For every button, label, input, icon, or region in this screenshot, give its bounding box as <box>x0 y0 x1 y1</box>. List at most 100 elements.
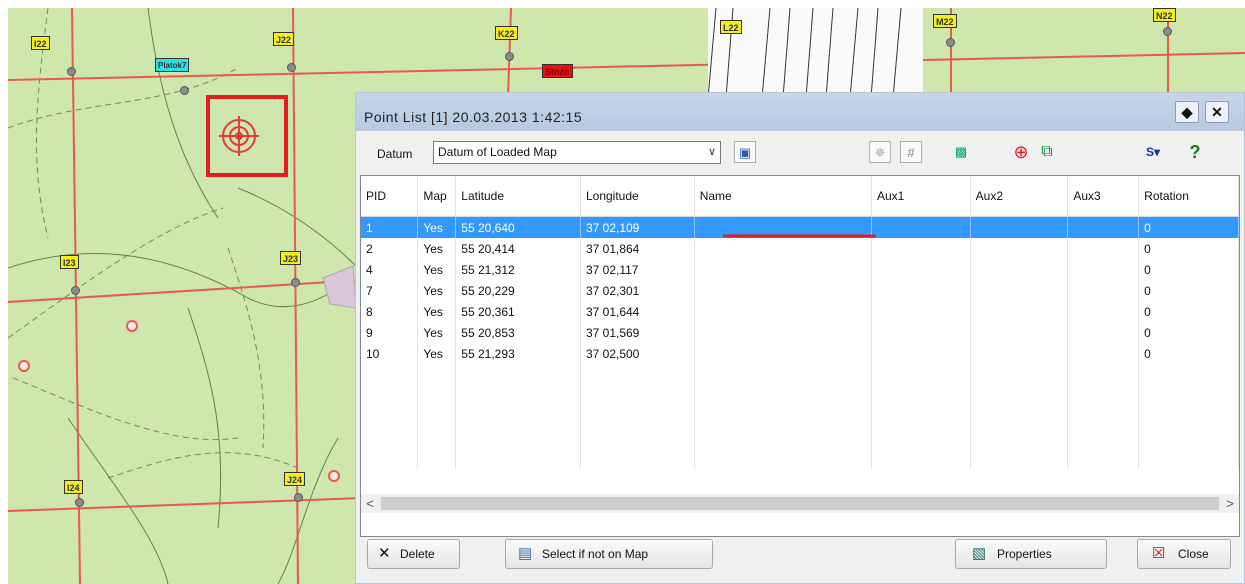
scroll-left-icon[interactable]: < <box>361 494 379 513</box>
cell-longitude[interactable]: 37 02,117 <box>580 259 695 280</box>
title-bar[interactable]: Point List [1] 20.03.2013 1:42:15 ◆ ✕ <box>356 93 1244 131</box>
cell-pid[interactable]: 7 <box>361 280 419 301</box>
cell-latitude[interactable]: 55 21,293 <box>455 343 581 364</box>
cell-aux1[interactable] <box>871 216 971 238</box>
datum-select[interactable]: Datum of Loaded Map ∨ <box>433 141 721 164</box>
cell-aux3[interactable] <box>1067 280 1140 301</box>
cell-name[interactable] <box>694 301 873 322</box>
map-marker-I23[interactable]: I23 <box>60 255 79 269</box>
cell-rotation[interactable]: 0 <box>1138 343 1239 364</box>
table-row[interactable]: 4 Yes 55 21,312 37 02,117 0 <box>361 259 1239 280</box>
cell-pid[interactable]: 9 <box>361 322 419 343</box>
map-waypoint[interactable] <box>18 360 30 372</box>
cell-pid[interactable]: 1 <box>361 216 419 238</box>
cell-longitude[interactable]: 37 01,864 <box>580 238 695 259</box>
map-marker-Stnzb[interactable]: Stnzb <box>542 64 573 78</box>
cell-aux1[interactable] <box>871 238 971 259</box>
cell-pid[interactable]: 8 <box>361 301 419 322</box>
cell-aux3[interactable] <box>1067 216 1140 238</box>
cell-aux3[interactable] <box>1067 238 1140 259</box>
cell-map[interactable]: Yes <box>417 259 457 280</box>
point-table[interactable]: PID Map Latitude Longitude Name Aux1 Aux… <box>360 175 1240 537</box>
cell-aux3[interactable] <box>1067 322 1140 343</box>
map-waypoint[interactable] <box>328 470 340 482</box>
column-header-aux2[interactable]: Aux2 <box>970 176 1069 217</box>
cell-aux1[interactable] <box>871 301 971 322</box>
map-marker-J22[interactable]: J22 <box>273 32 295 46</box>
map-marker-Platok7[interactable]: Platok7 <box>155 58 190 72</box>
map-waypoint[interactable] <box>126 320 138 332</box>
properties-button[interactable]: ▧ Properties <box>955 539 1107 569</box>
column-header-latitude[interactable]: Latitude <box>455 176 581 217</box>
cell-longitude[interactable]: 37 02,301 <box>580 280 695 301</box>
cell-pid[interactable]: 10 <box>361 343 419 364</box>
scroll-thumb[interactable] <box>381 497 1219 510</box>
cell-latitude[interactable]: 55 20,853 <box>455 322 581 343</box>
select-not-on-map-button[interactable]: ▤ Select if not on Map <box>505 539 713 569</box>
cell-aux2[interactable] <box>970 259 1069 280</box>
target-icon[interactable]: ⊕ <box>1010 141 1032 163</box>
column-header-aux1[interactable]: Aux1 <box>871 176 971 217</box>
map-marker-I24[interactable]: I24 <box>64 480 83 494</box>
cell-map[interactable]: Yes <box>417 280 457 301</box>
cell-map[interactable]: Yes <box>417 238 457 259</box>
table-row[interactable]: 9 Yes 55 20,853 37 01,569 0 <box>361 322 1239 343</box>
map-icon[interactable]: ▣ <box>734 141 756 163</box>
cell-aux1[interactable] <box>871 343 971 364</box>
table-row[interactable]: 10 Yes 55 21,293 37 02,500 0 <box>361 343 1239 364</box>
cell-rotation[interactable]: 0 <box>1138 238 1239 259</box>
cell-aux2[interactable] <box>970 301 1069 322</box>
column-header-name[interactable]: Name <box>694 176 873 217</box>
map-marker-M22[interactable]: M22 <box>933 14 957 28</box>
close-icon[interactable]: ✕ <box>1205 101 1229 123</box>
help-icon[interactable]: ? <box>1184 141 1206 163</box>
cell-aux3[interactable] <box>1067 343 1140 364</box>
map-marker-J24[interactable]: J24 <box>284 472 306 486</box>
cell-longitude[interactable]: 37 01,569 <box>580 322 695 343</box>
cell-name[interactable] <box>694 259 873 280</box>
cell-aux1[interactable] <box>871 259 971 280</box>
cell-rotation[interactable]: 0 <box>1138 216 1239 238</box>
cell-latitude[interactable]: 55 21,312 <box>455 259 581 280</box>
cell-map[interactable]: Yes <box>417 216 457 238</box>
horizontal-scrollbar[interactable]: < > <box>361 494 1239 513</box>
cell-pid[interactable]: 2 <box>361 238 419 259</box>
cell-aux2[interactable] <box>970 343 1069 364</box>
table-row[interactable]: 2 Yes 55 20,414 37 01,864 0 <box>361 238 1239 259</box>
table-row[interactable]: 8 Yes 55 20,361 37 01,644 0 <box>361 301 1239 322</box>
map-marker-I22[interactable]: I22 <box>31 36 50 50</box>
pin-icon[interactable]: ◆ <box>1175 101 1199 123</box>
map-marker-N22[interactable]: N22 <box>1153 8 1176 22</box>
cell-rotation[interactable]: 0 <box>1138 259 1239 280</box>
cell-latitude[interactable]: 55 20,229 <box>455 280 581 301</box>
cell-latitude[interactable]: 55 20,361 <box>455 301 581 322</box>
cell-name[interactable] <box>694 322 873 343</box>
cell-aux3[interactable] <box>1067 301 1140 322</box>
cell-name[interactable] <box>694 238 873 259</box>
close-button[interactable]: ☒ Close <box>1137 539 1231 569</box>
column-header-aux3[interactable]: Aux3 <box>1067 176 1140 217</box>
cell-aux2[interactable] <box>970 280 1069 301</box>
cell-latitude[interactable]: 55 20,414 <box>455 238 581 259</box>
map-marker-K22[interactable]: K22 <box>495 26 518 40</box>
cell-aux2[interactable] <box>970 238 1069 259</box>
cell-map[interactable]: Yes <box>417 322 457 343</box>
s-menu-icon[interactable]: S▾ <box>1142 141 1164 163</box>
navigate-icon[interactable]: ▩ <box>950 141 972 163</box>
cell-aux1[interactable] <box>871 322 971 343</box>
cell-longitude[interactable]: 37 02,109 <box>580 216 695 238</box>
cell-longitude[interactable]: 37 01,644 <box>580 301 695 322</box>
sun-icon[interactable]: ✵ <box>869 141 891 163</box>
cell-aux2[interactable] <box>970 216 1069 238</box>
cell-rotation[interactable]: 0 <box>1138 322 1239 343</box>
grid-icon[interactable]: # <box>900 141 922 163</box>
column-header-longitude[interactable]: Longitude <box>580 176 695 217</box>
delete-button[interactable]: ✕ Delete <box>367 539 460 569</box>
cell-map[interactable]: Yes <box>417 343 457 364</box>
copy-icon[interactable]: ⧉ <box>1036 141 1058 163</box>
table-row[interactable]: 7 Yes 55 20,229 37 02,301 0 <box>361 280 1239 301</box>
cell-rotation[interactable]: 0 <box>1138 301 1239 322</box>
map-marker-L22[interactable]: L22 <box>720 20 742 34</box>
cell-name[interactable] <box>694 280 873 301</box>
cell-aux2[interactable] <box>970 322 1069 343</box>
